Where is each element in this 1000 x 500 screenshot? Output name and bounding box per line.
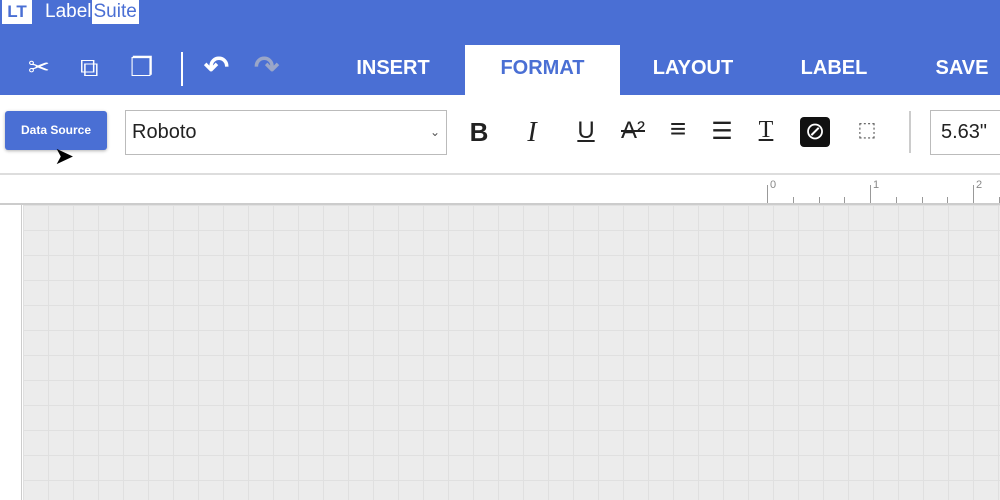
undo-icon[interactable]: ↶: [204, 50, 229, 85]
italic-icon[interactable]: I: [517, 117, 547, 149]
logo-suite: Suite: [91, 0, 139, 24]
align-icon[interactable]: ≡: [663, 113, 693, 145]
app-header: LT Label Suite ✂ ⧉ ❐ ↶ ↷ INSERT FORMAT L…: [0, 0, 1000, 95]
superscript-icon[interactable]: A²: [618, 117, 648, 145]
tab-layout[interactable]: LAYOUT: [640, 45, 746, 95]
horizontal-ruler[interactable]: 0 1 2: [0, 177, 1000, 205]
text-direction-icon[interactable]: T: [751, 117, 781, 144]
font-value: Roboto: [132, 121, 197, 143]
format-toolbar: Data Source Roboto ⌄ B I U A² ≡ ☰ T ⊘ ⬚ 5…: [0, 95, 1000, 175]
label-canvas[interactable]: [23, 205, 1000, 500]
divider: [181, 52, 183, 86]
underline-icon[interactable]: U: [571, 117, 601, 145]
ruler-tick: [792, 197, 794, 203]
copy-icon[interactable]: ⧉: [80, 52, 99, 84]
redo-icon[interactable]: ↷: [254, 50, 279, 85]
ruler-tick: [947, 197, 949, 203]
tab-format[interactable]: FORMAT: [465, 45, 620, 95]
size-input[interactable]: 5.63": [930, 110, 1000, 155]
bold-icon[interactable]: B: [464, 117, 494, 148]
mouse-cursor-icon: ➤: [54, 143, 75, 170]
resize-icon[interactable]: ⬚: [852, 117, 882, 142]
ruler-label: 0: [770, 179, 777, 191]
chevron-down-icon: ⌄: [429, 125, 440, 139]
line-spacing-icon[interactable]: ☰: [707, 117, 737, 146]
logo-label: Label: [45, 1, 92, 22]
ruler-tick: [973, 185, 974, 203]
logo-mark: LT: [2, 0, 32, 24]
fill-color-icon[interactable]: ⊘: [800, 117, 830, 147]
ruler-tick: [870, 185, 871, 203]
font-select[interactable]: Roboto ⌄: [125, 110, 447, 155]
tab-label[interactable]: LABEL: [780, 45, 888, 95]
tab-save[interactable]: SAVE: [920, 45, 1000, 95]
app-logo: LT Label Suite: [2, 0, 139, 24]
divider: [909, 111, 911, 153]
tab-insert[interactable]: INSERT: [340, 45, 446, 95]
ruler-tick: [767, 185, 768, 203]
ruler-tick: [895, 197, 897, 203]
vertical-ruler[interactable]: [0, 205, 22, 500]
ruler-label: 2: [976, 179, 983, 191]
paste-icon[interactable]: ❐: [130, 52, 153, 83]
scissors-icon[interactable]: ✂: [28, 52, 50, 83]
ruler-label: 1: [873, 179, 880, 191]
ruler-tick: [818, 197, 820, 203]
ruler-tick: [921, 197, 923, 203]
ruler-tick: [844, 197, 846, 203]
